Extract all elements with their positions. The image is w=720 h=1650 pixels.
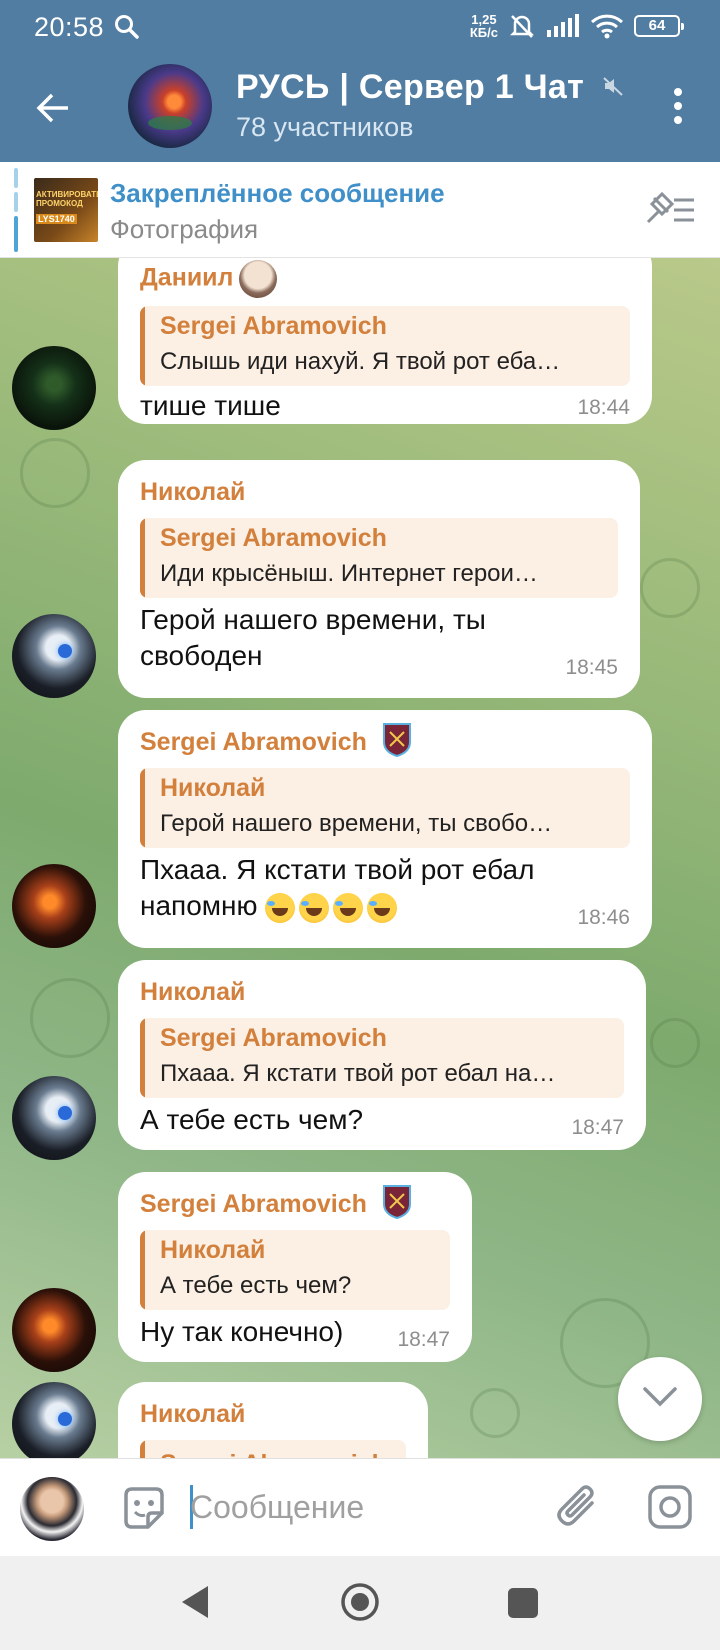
message-bubble[interactable]: Sergei Abramovich Николай А тебе есть че…: [118, 1172, 472, 1362]
reply-quote[interactable]: Николай Герой нашего времени, ты свобо…: [140, 768, 630, 848]
club-badge-icon: [382, 1185, 411, 1220]
sender-name[interactable]: Николай: [140, 978, 245, 1007]
sender-avatar[interactable]: [12, 614, 96, 698]
member-count: 78 участников: [236, 112, 414, 142]
more-menu-icon[interactable]: [674, 88, 684, 130]
sender-avatar[interactable]: [12, 864, 96, 948]
sender-name[interactable]: Николай: [140, 478, 245, 507]
sender-name[interactable]: Sergei Abramovich: [140, 1185, 412, 1220]
chat-header: РУСЬ | Сервер 1 Чат 78 участников: [0, 54, 720, 162]
pinned-subtitle: Фотография: [110, 214, 259, 244]
message-text: тише тише: [140, 390, 281, 421]
paperclip-icon[interactable]: [554, 1483, 602, 1533]
sender-name[interactable]: Даниил: [140, 260, 278, 298]
sender-avatar[interactable]: [12, 1076, 96, 1160]
pinned-message-bar[interactable]: АКТИВИРОВАТЬ ПРОМОКОД LYS1740 Закреплённ…: [0, 162, 720, 258]
pinned-indicator: [14, 168, 20, 252]
message-text: А тебе есть чем?: [140, 1104, 364, 1135]
system-nav-bar: [0, 1556, 720, 1650]
message-time: 18:47: [571, 1116, 624, 1139]
signal-icon: [547, 14, 579, 37]
sender-name[interactable]: Sergei Abramovich: [140, 723, 412, 758]
message-text: Пхааа. Я кстати твой рот ебал напомню: [140, 854, 535, 923]
message-time: 18:47: [397, 1328, 450, 1351]
rofl-emoji: [299, 892, 330, 923]
reply-quote[interactable]: Sergei Abramovich Иди крысёныш. Интернет…: [140, 518, 618, 598]
chat-title[interactable]: РУСЬ | Сервер 1 Чат: [236, 68, 624, 107]
pinned-title: Закреплённое сообщение: [110, 178, 445, 208]
nav-home-icon[interactable]: [340, 1582, 380, 1622]
message-bubble[interactable]: Sergei Abramovich Николай Герой нашего в…: [118, 710, 652, 948]
battery-indicator: 64: [634, 15, 684, 37]
message-composer: [0, 1458, 720, 1556]
reply-quote[interactable]: Sergei Abramovich Слышь иди нахуй. Я тво…: [140, 306, 630, 386]
back-arrow-icon[interactable]: [36, 90, 72, 126]
search-icon: [115, 15, 139, 39]
wifi-icon: [590, 14, 624, 39]
reply-quote[interactable]: Николай А тебе есть чем?: [140, 1230, 450, 1310]
message-text: Герой нашего времени, ты свободен: [140, 604, 486, 671]
scroll-down-button[interactable]: [618, 1357, 702, 1441]
message-list[interactable]: Даниил Sergei Abramovich Слышь иди нахуй…: [0, 258, 720, 1458]
message-bubble[interactable]: Николай Sergei Abramovich Пхааа. Я кстат…: [118, 960, 646, 1150]
sticker-emoji-icon[interactable]: [120, 1485, 168, 1533]
message-bubble[interactable]: Николай Sergei Abramovich: [118, 1382, 428, 1458]
network-speed: 1,25 КБ/с: [469, 12, 498, 40]
reply-quote[interactable]: Sergei Abramovich Пхааа. Я кстати твой р…: [140, 1018, 624, 1098]
send-as-avatar[interactable]: [20, 1477, 84, 1541]
chevron-down-icon: [643, 1387, 677, 1407]
chat-avatar[interactable]: [128, 64, 212, 148]
rofl-emoji: [265, 892, 296, 923]
pinned-list-icon[interactable]: [644, 192, 696, 228]
rofl-emoji: [367, 892, 398, 923]
sender-name[interactable]: Николай: [140, 1400, 245, 1429]
pinned-thumbnail: АКТИВИРОВАТЬ ПРОМОКОД LYS1740: [34, 178, 98, 242]
sender-avatar[interactable]: [12, 346, 96, 430]
sender-avatar[interactable]: [12, 1382, 96, 1458]
message-time: 18:44: [577, 396, 630, 419]
mute-icon: [603, 77, 623, 96]
message-time: 18:46: [577, 906, 630, 929]
nav-recents-icon[interactable]: [508, 1588, 538, 1618]
status-time: 20:58: [34, 12, 105, 42]
status-bar: 20:58 1,25 КБ/с 64: [0, 0, 720, 54]
message-input[interactable]: [190, 1481, 510, 1533]
nav-back-icon[interactable]: [180, 1584, 210, 1620]
reply-quote[interactable]: Sergei Abramovich: [140, 1440, 406, 1458]
club-badge-icon: [382, 723, 411, 758]
message-bubble[interactable]: Даниил Sergei Abramovich Слышь иди нахуй…: [118, 258, 652, 424]
camera-icon[interactable]: [646, 1483, 694, 1531]
message-time: 18:45: [565, 656, 618, 679]
sender-avatar[interactable]: [12, 1288, 96, 1372]
message-text: Ну так конечно): [140, 1316, 344, 1347]
bell-off-icon: [509, 15, 535, 38]
sticker-emoji: [239, 260, 278, 298]
rofl-emoji: [333, 892, 364, 923]
message-bubble[interactable]: Николай Sergei Abramovich Иди крысёныш. …: [118, 460, 640, 698]
